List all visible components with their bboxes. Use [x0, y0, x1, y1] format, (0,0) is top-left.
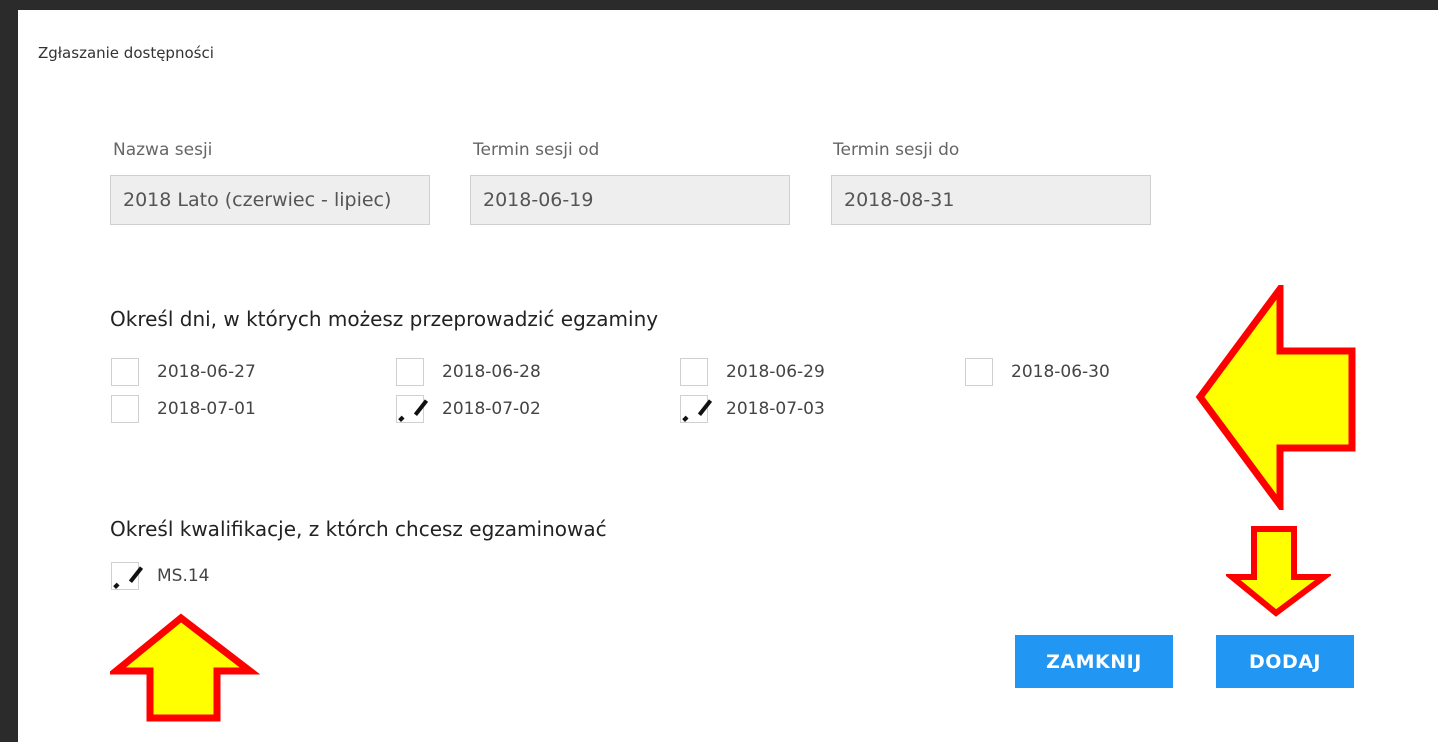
session-name-field[interactable] [110, 175, 430, 225]
session-from-label: Termin sesji od [473, 140, 600, 160]
qualification-checkbox-ms14[interactable]: MS.14 [111, 560, 210, 592]
session-to-field[interactable] [831, 175, 1151, 225]
checkbox[interactable] [396, 358, 424, 386]
day-checkbox-2018-06-27[interactable]: 2018-06-27 [111, 356, 256, 388]
checkbox-label: 2018-06-30 [1011, 362, 1110, 382]
session-name-label: Nazwa sesji [113, 140, 213, 160]
checkbox[interactable] [111, 358, 139, 386]
day-checkbox-2018-06-29[interactable]: 2018-06-29 [680, 356, 825, 388]
session-to-label: Termin sesji do [833, 140, 960, 160]
days-heading: Określ dni, w których możesz przeprowadz… [110, 307, 659, 331]
checkbox-label: MS.14 [157, 566, 210, 586]
checkbox-label: 2018-07-02 [442, 399, 541, 419]
checkbox[interactable] [396, 395, 424, 423]
checkbox[interactable] [965, 358, 993, 386]
dialog-title: Zgłaszanie dostępności [38, 44, 214, 62]
down-arrow-icon [1226, 526, 1331, 617]
add-button[interactable]: DODAJ [1216, 635, 1354, 688]
checkbox-label: 2018-06-27 [157, 362, 256, 382]
availability-dialog: Zgłaszanie dostępności Nazwa sesji Termi… [18, 10, 1438, 742]
checkbox[interactable] [111, 395, 139, 423]
checkbox[interactable] [111, 562, 139, 590]
day-checkbox-2018-06-30[interactable]: 2018-06-30 [965, 356, 1110, 388]
checkbox-label: 2018-06-28 [442, 362, 541, 382]
session-from-field[interactable] [470, 175, 790, 225]
day-checkbox-2018-07-03[interactable]: 2018-07-03 [680, 393, 825, 425]
checkbox-label: 2018-07-01 [157, 399, 256, 419]
close-button[interactable]: ZAMKNIJ [1015, 635, 1173, 688]
qualifications-heading: Określ kwalifikacje, z którch chcesz egz… [110, 517, 607, 541]
day-checkbox-2018-06-28[interactable]: 2018-06-28 [396, 356, 541, 388]
day-checkbox-2018-07-01[interactable]: 2018-07-01 [111, 393, 256, 425]
checkbox-label: 2018-06-29 [726, 362, 825, 382]
left-arrow-icon [1195, 285, 1356, 510]
checkbox[interactable] [680, 395, 708, 423]
checkbox-label: 2018-07-03 [726, 399, 825, 419]
up-arrow-icon [110, 613, 260, 722]
checkbox[interactable] [680, 358, 708, 386]
day-checkbox-2018-07-02[interactable]: 2018-07-02 [396, 393, 541, 425]
